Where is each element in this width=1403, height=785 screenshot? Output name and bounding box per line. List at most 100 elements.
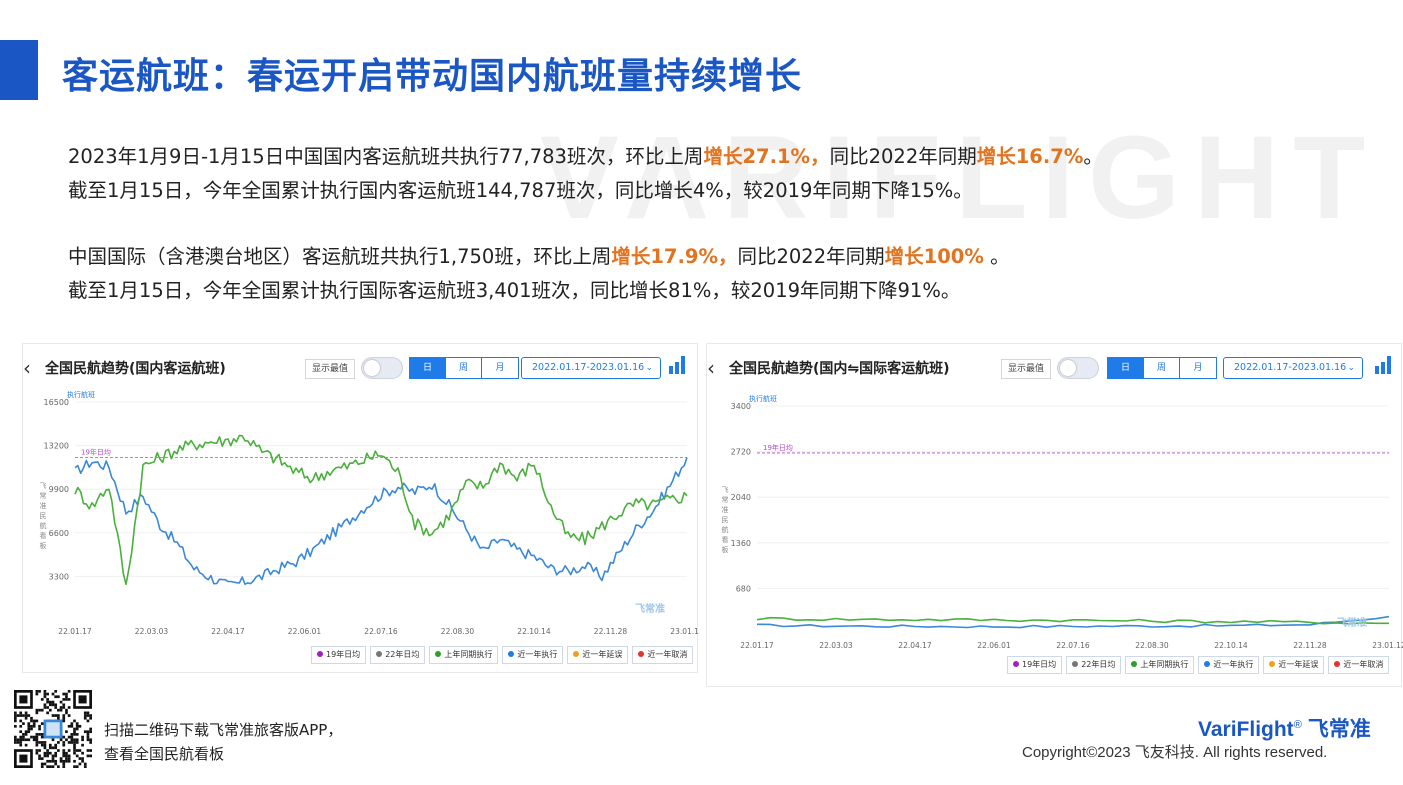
y-tick-label: 2040 xyxy=(731,493,751,502)
segment-month[interactable]: 月 xyxy=(482,358,518,378)
highlight-figure: 增长27.1%， xyxy=(703,145,830,168)
side-brand-label: 飞常准民航看板 xyxy=(721,486,729,556)
legend-dot-icon xyxy=(1334,661,1341,667)
x-tick-label: 22.06.01 xyxy=(288,627,322,636)
y-tick-label: 3400 xyxy=(731,402,751,411)
segment-day[interactable]: 日 xyxy=(410,358,446,378)
qr-caption-line2: 查看全国民航看板 xyxy=(104,745,225,763)
segment-month[interactable]: 月 xyxy=(1180,358,1216,378)
legend-dot-icon xyxy=(1131,661,1138,667)
domestic-summary: 2023年1月9日-1月15日中国国内客运航班共执行77,783班次，环比上周增… xyxy=(68,140,1103,208)
legend-item[interactable]: 19年日均 xyxy=(1007,656,1063,674)
variflight-logo: VariFlight® 飞常准 xyxy=(1198,713,1371,743)
show-max-toggle[interactable] xyxy=(1057,357,1099,379)
segment-day[interactable]: 日 xyxy=(1108,358,1144,378)
legend-dot-icon xyxy=(376,651,383,657)
y-tick-label: 9900 xyxy=(49,485,69,494)
legend-item[interactable]: 22年日均 xyxy=(1066,656,1122,674)
chevron-down-icon: ⌄ xyxy=(1347,363,1355,373)
summary-text: 2023年1月9日-1月15日中国国内客运航班共执行77,783班次，环比上周 xyxy=(68,145,704,168)
y-unit-label: 执行航班 xyxy=(67,390,95,399)
logo-en: VariFlight xyxy=(1198,718,1294,741)
segment-week[interactable]: 周 xyxy=(1144,358,1180,378)
domestic-trend-panel: ‹ 全国民航趋势(国内客运航班) 显示最值 日 周 月 2022.01.17-2… xyxy=(22,343,699,673)
x-tick-label: 23.01.12 xyxy=(1372,641,1403,650)
qr-caption-line1: 扫描二维码下载飞常准旅客版APP， xyxy=(104,721,343,739)
summary-text: 中国国际（含港澳台地区）客运航班共执行1,750班，环比上周 xyxy=(68,245,612,268)
date-range-value: 2022.01.17-2023.01.16 xyxy=(1234,362,1347,373)
granularity-segment: 日 周 月 xyxy=(1107,357,1217,379)
side-brand-label: 飞常准民航看板 xyxy=(39,482,47,552)
legend-label: 近一年执行 xyxy=(1213,660,1254,669)
back-icon[interactable]: ‹ xyxy=(23,356,31,380)
intl-trend-panel: ‹ 全国民航趋势(国内⇋国际客运航班) 显示最值 日 周 月 2022.01.1… xyxy=(706,343,1403,687)
series-line-last-year xyxy=(74,434,688,586)
x-tick-label: 22.10.14 xyxy=(517,627,551,636)
chevron-down-icon: ⌄ xyxy=(645,363,653,373)
highlight-figure: 增长100% xyxy=(884,245,984,268)
legend-dot-icon xyxy=(435,651,442,657)
legend-dot-icon xyxy=(1204,661,1211,667)
x-tick-label: 22.04.17 xyxy=(898,641,932,650)
y-unit-label: 执行航班 xyxy=(749,394,777,403)
x-tick-label: 22.07.16 xyxy=(364,627,398,636)
intl-line-chart: 执行航班 680 1360 2040 2720 3400 飞常准民航看板 22.01.17 22… xyxy=(721,394,1403,650)
legend-item[interactable]: 上年同期执行 xyxy=(1125,656,1195,674)
legend-label: 22年日均 xyxy=(1081,660,1116,669)
y-tick-label: 6600 xyxy=(49,529,69,538)
legend-item[interactable]: 近一年执行 xyxy=(1198,656,1260,674)
x-tick-label: 22.03.03 xyxy=(135,627,169,636)
y-tick-label: 3300 xyxy=(49,572,69,581)
x-tick-label: 23.01.12 xyxy=(670,627,699,636)
back-icon[interactable]: ‹ xyxy=(707,356,715,380)
legend-item[interactable]: 上年同期执行 xyxy=(429,646,499,664)
x-tick-label: 22.10.14 xyxy=(1214,641,1248,650)
legend-dot-icon xyxy=(573,651,580,657)
international-summary: 中国国际（含港澳台地区）客运航班共执行1,750班，环比上周增长17.9%，同比… xyxy=(68,240,1010,308)
legend-item[interactable]: 近一年取消 xyxy=(632,646,694,664)
domestic-summary-line1: 2023年1月9日-1月15日中国国内客运航班共执行77,783班次，环比上周增… xyxy=(68,140,1103,174)
copyright: Copyright©2023 飞友科技. All rights reserved… xyxy=(1022,744,1328,761)
x-tick-label: 22.07.16 xyxy=(1056,641,1090,650)
legend-label: 19年日均 xyxy=(326,650,361,659)
chart-title: 全国民航趋势(国内⇋国际客运航班) xyxy=(729,361,950,377)
series-line-recent-year xyxy=(756,615,1390,629)
legend-dot-icon xyxy=(1269,661,1276,667)
date-range-select[interactable]: 2022.01.17-2023.01.16 ⌄ xyxy=(521,357,661,379)
x-tick-label: 22.08.30 xyxy=(441,627,475,636)
y-tick-label: 1360 xyxy=(731,539,751,548)
legend-item[interactable]: 近一年延误 xyxy=(1263,656,1325,674)
x-tick-label: 22.01.17 xyxy=(740,641,774,650)
show-max-label: 显示最值 xyxy=(1001,359,1052,379)
granularity-segment: 日 周 月 xyxy=(409,357,519,379)
segment-week[interactable]: 周 xyxy=(446,358,482,378)
x-tick-label: 22.03.03 xyxy=(819,641,853,650)
legend-item[interactable]: 近一年执行 xyxy=(502,646,564,664)
legend-item[interactable]: 近一年取消 xyxy=(1328,656,1390,674)
x-tick-label: 22.11.28 xyxy=(1293,641,1327,650)
y-tick-label: 16500 xyxy=(44,398,69,407)
date-range-value: 2022.01.17-2023.01.16 xyxy=(532,362,645,373)
international-summary-line2: 截至1月15日，今年全国累计执行国际客运航班3,401班次，同比增长81%，较2… xyxy=(68,279,961,302)
legend-dot-icon xyxy=(317,651,323,657)
x-tick-label: 22.08.30 xyxy=(1135,641,1169,650)
x-tick-label: 22.04.17 xyxy=(211,627,245,636)
brand-watermark: 飞常准 xyxy=(635,602,665,615)
legend-dot-icon xyxy=(1013,661,1019,667)
bar-chart-icon[interactable] xyxy=(669,356,687,374)
summary-text: 同比2022年同期 xyxy=(829,145,977,168)
legend-label: 近一年延误 xyxy=(582,650,623,659)
legend-label: 上年同期执行 xyxy=(1140,660,1189,669)
brand-watermark: 飞常准 xyxy=(1337,616,1367,629)
highlight-figure: 增长16.7% xyxy=(976,145,1084,168)
legend-item[interactable]: 19年日均 xyxy=(311,646,367,664)
date-range-select[interactable]: 2022.01.17-2023.01.16 ⌄ xyxy=(1223,357,1363,379)
legend-item[interactable]: 近一年延误 xyxy=(567,646,629,664)
show-max-toggle[interactable] xyxy=(361,357,403,379)
page-title: 客运航班：春运开启带动国内航班量持续增长 xyxy=(62,56,803,97)
series-line-last-year xyxy=(756,616,1389,625)
legend-dot-icon xyxy=(1072,661,1079,667)
bar-chart-icon[interactable] xyxy=(1375,356,1393,374)
logo-cn: 飞常准 xyxy=(1307,718,1371,741)
legend-item[interactable]: 22年日均 xyxy=(370,646,426,664)
